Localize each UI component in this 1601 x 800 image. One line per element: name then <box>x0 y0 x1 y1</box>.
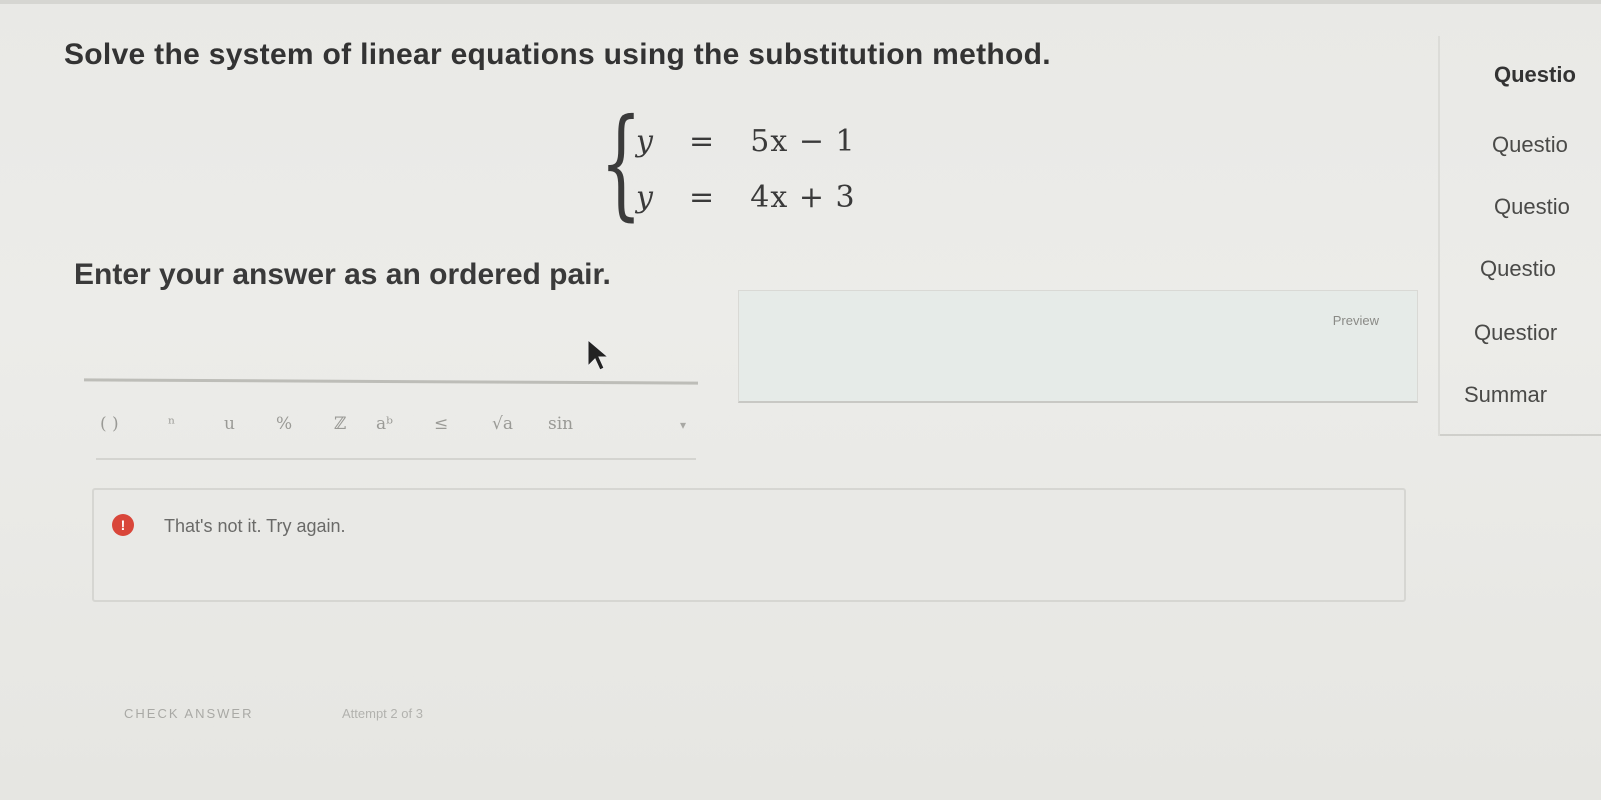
integer-icon[interactable]: ℤ <box>334 414 346 434</box>
attempt-counter: Attempt 2 of 3 <box>342 706 423 721</box>
fraction-icon[interactable]: % <box>276 414 292 434</box>
sidebar-item-summary[interactable]: Summar <box>1464 382 1601 408</box>
preview-panel: Preview <box>738 290 1418 403</box>
preview-label: Preview <box>1332 313 1379 328</box>
equation-2-rhs: 4x + 3 <box>750 180 856 215</box>
equation-1-op: = <box>689 124 716 159</box>
equation-system: { y = 5x − 1 y = 4x + 3 <box>600 104 880 234</box>
sidebar-item-question-3[interactable]: Questio <box>1494 194 1601 220</box>
answer-input[interactable] <box>83 378 699 385</box>
u-icon[interactable]: u <box>224 414 235 434</box>
equation-2: y = 4x + 3 <box>636 180 856 215</box>
sqrt-icon[interactable]: √a <box>492 414 513 434</box>
equation-1-lhs: y <box>636 124 654 159</box>
equation-2-lhs: y <box>636 180 654 215</box>
feedback-box: ! That's not it. Try again. <box>92 488 1406 602</box>
less-than-icon[interactable]: ≤ <box>434 414 448 434</box>
sidebar-divider <box>1440 434 1601 436</box>
paren-icon[interactable]: ( ) <box>100 414 119 434</box>
chevron-down-icon[interactable]: ▾ <box>680 418 686 432</box>
top-border <box>0 0 1601 4</box>
sidebar-item-question-2[interactable]: Questio <box>1492 132 1601 158</box>
feedback-message: That's not it. Try again. <box>164 516 346 536</box>
math-toolbar: ( ) ⁿ u % ℤ aᵇ ≤ √a sin ▾ <box>96 404 696 460</box>
answer-instruction: Enter your answer as an ordered pair. <box>74 258 611 291</box>
exponent-icon[interactable]: aᵇ <box>376 414 393 434</box>
check-answer-button[interactable]: CHECK ANSWER <box>124 706 253 721</box>
error-icon: ! <box>112 514 134 536</box>
equation-1: y = 5x − 1 <box>636 124 856 159</box>
question-sidebar: Questio Questio Questio Questio Questior… <box>1438 36 1601 436</box>
sidebar-item-question-5[interactable]: Questior <box>1474 320 1601 346</box>
sidebar-item-question-1[interactable]: Questio <box>1494 62 1601 88</box>
equation-2-op: = <box>689 180 716 215</box>
superscript-icon[interactable]: ⁿ <box>168 414 175 434</box>
equation-1-rhs: 5x − 1 <box>750 124 856 159</box>
sin-icon[interactable]: sin <box>548 414 573 434</box>
question-prompt: Solve the system of linear equations usi… <box>64 38 1051 71</box>
mouse-cursor-icon <box>587 338 610 371</box>
sidebar-item-question-4[interactable]: Questio <box>1480 256 1601 282</box>
